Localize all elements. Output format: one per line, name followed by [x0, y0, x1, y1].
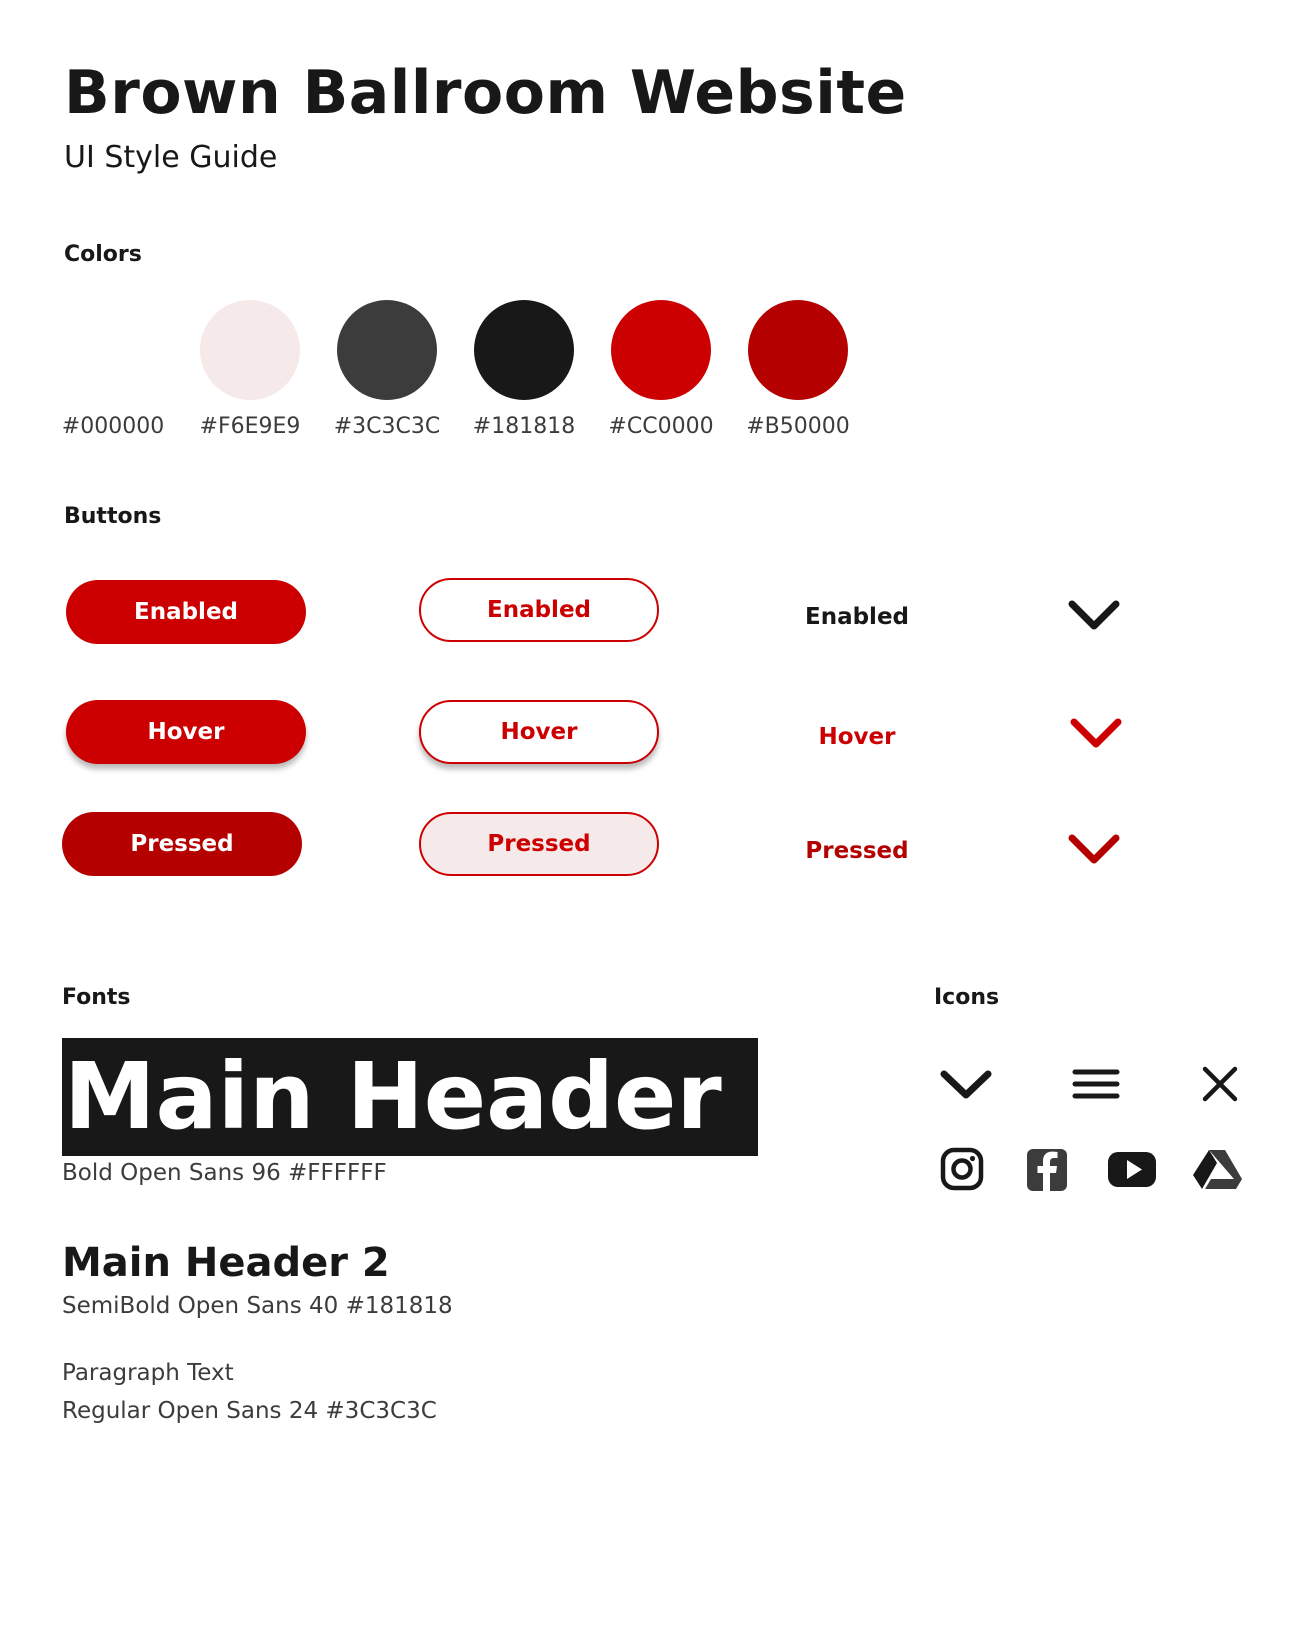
chevron-down-icon[interactable] [938, 1058, 994, 1110]
color-swatch-b50000 [748, 300, 848, 400]
text-button-pressed[interactable]: Pressed [777, 831, 937, 871]
main-header-2-description: SemiBold Open Sans 40 #181818 [62, 1293, 453, 1319]
filled-button-pressed[interactable]: Pressed [62, 812, 302, 876]
filled-button-hover[interactable]: Hover [66, 700, 306, 764]
colors-heading: Colors [64, 242, 142, 267]
outline-button-pressed[interactable]: Pressed [419, 812, 659, 876]
instagram-icon[interactable] [934, 1144, 990, 1196]
facebook-icon[interactable] [1019, 1144, 1075, 1196]
chevron-down-icon[interactable] [1066, 596, 1122, 636]
icons-heading: Icons [934, 985, 1000, 1010]
paragraph-sample: Paragraph Text [62, 1360, 234, 1386]
color-hex-label: #3C3C3C [333, 414, 441, 439]
color-swatch-3c3c3c [337, 300, 437, 400]
filled-button-enabled[interactable]: Enabled [66, 580, 306, 644]
paragraph-description: Regular Open Sans 24 #3C3C3C [62, 1398, 437, 1424]
color-hex-label: #F6E9E9 [199, 414, 301, 439]
color-hex-label: #CC0000 [608, 414, 714, 439]
main-header-1-sample-box: Main Header 1 [62, 1038, 758, 1156]
main-header-1-sample: Main Header 1 [64, 1043, 758, 1150]
color-swatch-cc0000 [611, 300, 711, 400]
page-subtitle: UI Style Guide [64, 140, 278, 175]
google-drive-icon[interactable] [1189, 1144, 1245, 1196]
hamburger-menu-icon[interactable] [1068, 1058, 1124, 1110]
color-swatch-181818 [474, 300, 574, 400]
text-button-hover[interactable]: Hover [777, 717, 937, 757]
chevron-down-icon[interactable] [1066, 830, 1122, 870]
color-hex-label: #000000 [61, 414, 165, 439]
outline-button-hover[interactable]: Hover [419, 700, 659, 764]
fonts-heading: Fonts [62, 985, 131, 1010]
color-hex-label: #181818 [472, 414, 576, 439]
color-swatch-000000 [63, 300, 163, 400]
youtube-icon[interactable] [1104, 1144, 1160, 1196]
chevron-down-icon[interactable] [1068, 714, 1124, 754]
text-button-enabled[interactable]: Enabled [777, 597, 937, 637]
outline-button-enabled[interactable]: Enabled [419, 578, 659, 642]
color-swatch-f6e9e9 [200, 300, 300, 400]
page-title: Brown Ballroom Website [64, 58, 907, 128]
close-icon[interactable] [1192, 1058, 1248, 1110]
buttons-heading: Buttons [64, 504, 162, 529]
main-header-1-description: Bold Open Sans 96 #FFFFFF [62, 1160, 387, 1186]
color-hex-label: #B50000 [746, 414, 850, 439]
main-header-2-sample: Main Header 2 [62, 1240, 390, 1286]
